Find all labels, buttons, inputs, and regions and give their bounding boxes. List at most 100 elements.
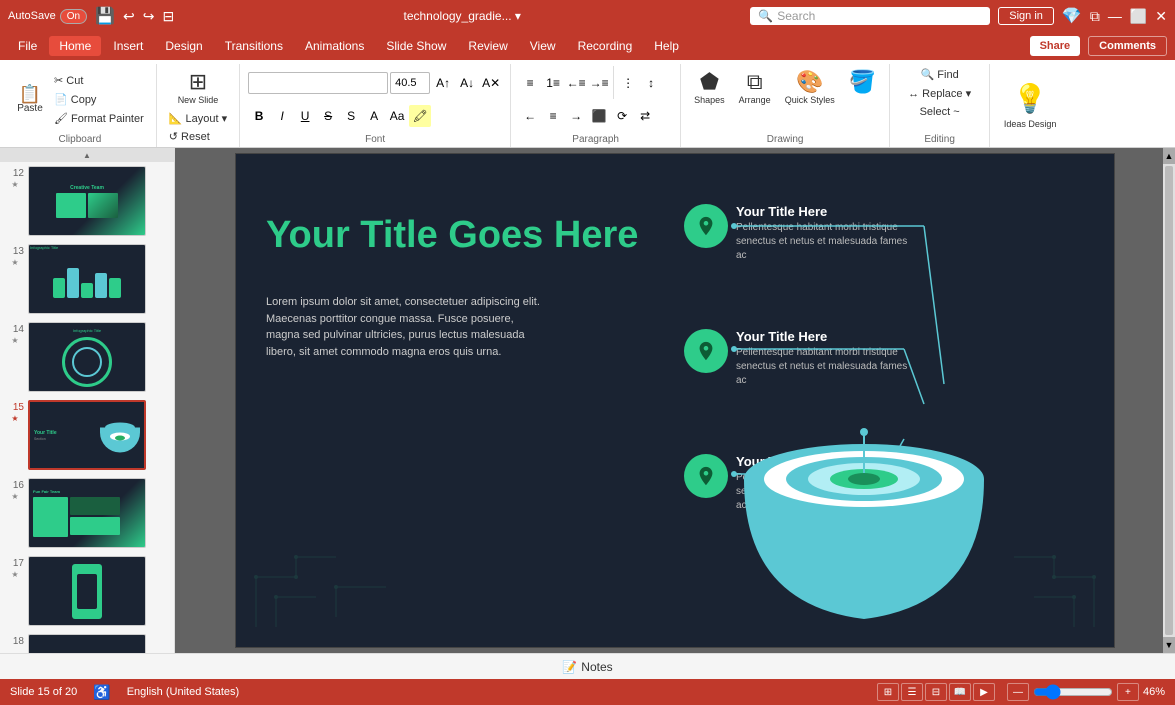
autosave-toggle[interactable]: On	[60, 9, 87, 24]
slideshow-button[interactable]: ▶	[973, 683, 995, 701]
autosave-control[interactable]: AutoSave On	[8, 9, 87, 24]
format-painter-button[interactable]: 🖌 Format Painter	[50, 110, 148, 127]
font-size-bigger[interactable]: Aa	[386, 105, 408, 127]
scroll-down-arrow[interactable]: ▼	[1163, 637, 1175, 653]
menu-help[interactable]: Help	[644, 36, 689, 56]
slide-thumbnail-17[interactable]	[28, 556, 146, 626]
save-icon[interactable]: 💾	[95, 6, 115, 26]
customize-icon[interactable]: ⊟	[162, 8, 174, 25]
menu-insert[interactable]: Insert	[103, 36, 153, 56]
cut-button[interactable]: ✂ Cut	[50, 72, 148, 89]
align-center-button[interactable]: ≡	[542, 105, 564, 127]
slide-thumbnail-13[interactable]: Infographic Title	[28, 244, 146, 314]
restore-icon[interactable]: ⧉	[1090, 8, 1100, 25]
italic-button[interactable]: I	[271, 105, 293, 127]
menu-transitions[interactable]: Transitions	[215, 36, 293, 56]
menu-file[interactable]: File	[8, 36, 47, 56]
shadow-button[interactable]: S	[340, 105, 362, 127]
outline-view-button[interactable]: ☰	[901, 683, 923, 701]
slide-thumb-15[interactable]: 15 ★ Your Title Section	[0, 396, 174, 474]
paste-button[interactable]: 📋 Paste	[12, 74, 48, 124]
align-right-button[interactable]: →	[565, 105, 587, 127]
menu-recording[interactable]: Recording	[568, 36, 643, 56]
scroll-up-button[interactable]: ▲	[0, 148, 174, 162]
reset-button[interactable]: ↺ Reset	[165, 128, 231, 145]
callout-2[interactable]: Your Title Here Pellentesque habitant mo…	[684, 329, 911, 388]
close-icon[interactable]: ✕	[1155, 8, 1167, 25]
normal-view-button[interactable]: ⊞	[877, 683, 899, 701]
slide-title[interactable]: Your Title Goes Here	[266, 214, 638, 257]
slide-thumbnail-15[interactable]: Your Title Section	[28, 400, 146, 470]
scroll-thumb[interactable]	[1165, 166, 1173, 635]
share-button[interactable]: Share	[1030, 36, 1081, 56]
quick-styles-button[interactable]: 🎨 Quick Styles	[780, 66, 840, 108]
slide-sorter-button[interactable]: ⊟	[925, 683, 947, 701]
layout-button[interactable]: 📐 Layout ▾	[165, 110, 231, 127]
maximize-icon[interactable]: ⬜	[1130, 8, 1147, 25]
line-spacing-button[interactable]: ↕	[640, 72, 662, 94]
slide-thumb-16[interactable]: 16 ★ Fun Fair Team	[0, 474, 174, 552]
gem-icon[interactable]: 💎	[1062, 6, 1082, 26]
shapes-button[interactable]: ⬟ Shapes	[689, 66, 730, 108]
bold-button[interactable]: B	[248, 105, 270, 127]
justify-button[interactable]: ⬛	[588, 105, 610, 127]
find-button[interactable]: 🔍 Find	[917, 66, 963, 83]
decrease-font-button[interactable]: A↓	[456, 72, 478, 94]
zoom-out-button[interactable]: —	[1007, 683, 1029, 701]
col-layout-button[interactable]: ⋮	[617, 72, 639, 94]
indent-increase-button[interactable]: →≡	[588, 72, 610, 94]
slide-thumb-12[interactable]: 12 ★ Creative Team	[0, 162, 174, 240]
slide-thumbnail-14[interactable]: Infographic Title	[28, 322, 146, 392]
slide-thumbnail-16[interactable]: Fun Fair Team	[28, 478, 146, 548]
strikethrough-button[interactable]: S	[317, 105, 339, 127]
comments-button[interactable]: Comments	[1088, 36, 1167, 56]
zoom-in-button[interactable]: +	[1117, 683, 1139, 701]
menu-design[interactable]: Design	[155, 36, 212, 56]
new-slide-button[interactable]: ⊞ New Slide	[173, 66, 224, 108]
scroll-up-arrow[interactable]: ▲	[1163, 148, 1175, 164]
reading-view-button[interactable]: 📖	[949, 683, 971, 701]
font-name-input[interactable]	[248, 72, 388, 94]
slide-thumb-17[interactable]: 17 ★	[0, 552, 174, 630]
menu-animations[interactable]: Animations	[295, 36, 374, 56]
slide-thumb-13[interactable]: 13 ★ Infographic Title	[0, 240, 174, 318]
clear-format-button[interactable]: A✕	[480, 72, 502, 94]
underline-button[interactable]: U	[294, 105, 316, 127]
slide-canvas[interactable]: Your Title Goes Here Lorem ipsum dolor s…	[235, 153, 1115, 648]
numbered-list-button[interactable]: 1≡	[542, 72, 564, 94]
bullet-list-button[interactable]: ≡	[519, 72, 541, 94]
canvas-area[interactable]: ▲ ▼	[175, 148, 1175, 653]
menu-home[interactable]: Home	[49, 36, 101, 56]
notes-bar[interactable]: 📝 Notes	[0, 653, 1175, 679]
menu-view[interactable]: View	[520, 36, 566, 56]
vertical-scrollbar[interactable]: ▲ ▼	[1163, 148, 1175, 653]
indent-decrease-button[interactable]: ←≡	[565, 72, 587, 94]
font-size-input[interactable]: 40.5	[390, 72, 430, 94]
zoom-slider[interactable]	[1033, 684, 1113, 700]
minimize-icon[interactable]: —	[1108, 8, 1122, 24]
zoom-level[interactable]: 46%	[1143, 686, 1165, 698]
slide-body[interactable]: Lorem ipsum dolor sit amet, consectetuer…	[266, 294, 546, 360]
callout-1[interactable]: Your Title Here Pellentesque habitant mo…	[684, 204, 911, 263]
shape-fill-button[interactable]: 🪣	[844, 66, 881, 98]
slide-thumb-14[interactable]: 14 ★ Infographic Title	[0, 318, 174, 396]
menu-slideshow[interactable]: Slide Show	[376, 36, 456, 56]
select-button[interactable]: Select ~	[916, 104, 964, 120]
copy-button[interactable]: 📄 Copy	[50, 91, 148, 108]
menu-review[interactable]: Review	[458, 36, 517, 56]
arrange-button[interactable]: ⧉ Arrange	[734, 66, 776, 108]
highlight-button[interactable]: 🖍	[409, 105, 431, 127]
convert-button[interactable]: ⇄	[634, 105, 656, 127]
replace-button[interactable]: ↔ Replace ▾	[904, 85, 975, 102]
increase-font-button[interactable]: A↑	[432, 72, 454, 94]
redo-icon[interactable]: ↪	[143, 8, 155, 25]
signin-button[interactable]: Sign in	[998, 7, 1054, 25]
slide-thumbnail-18[interactable]: Content	[28, 634, 146, 653]
slide-thumbnail-12[interactable]: Creative Team	[28, 166, 146, 236]
search-bar[interactable]: 🔍 Search	[750, 7, 990, 25]
text-direction-button[interactable]: ⟳	[611, 105, 633, 127]
accessibility-icon[interactable]: ♿	[93, 684, 110, 701]
slide-thumb-18[interactable]: 18 ★ Content	[0, 630, 174, 653]
font-color-button[interactable]: A	[363, 105, 385, 127]
align-left-button[interactable]: ←	[519, 105, 541, 127]
